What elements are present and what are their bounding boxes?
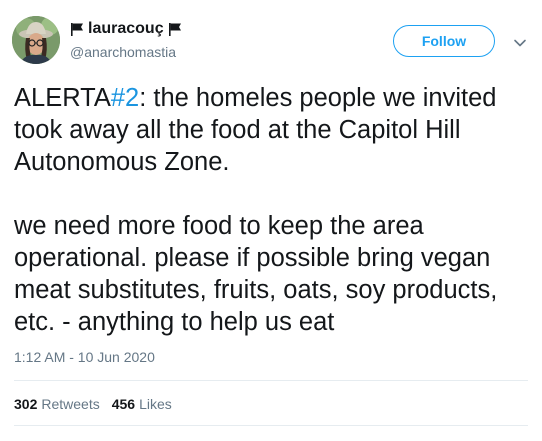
tweet-timestamp[interactable]: 1:12 AM - 10 Jun 2020 [14,349,155,365]
follow-button[interactable]: Follow [393,25,495,57]
name-row[interactable]: lauracouç [70,18,182,40]
retweets-count: 302 [14,396,38,412]
retweets-stat[interactable]: 302 Retweets [14,396,100,412]
avatar-image [12,16,60,64]
user-header: lauracouç @anarchomastia [70,18,182,60]
divider [14,425,528,426]
retweets-label: Retweets [41,396,100,412]
likes-count: 456 [111,396,136,412]
user-handle[interactable]: @anarchomastia [70,44,182,60]
likes-stat[interactable]: 456 Likes [112,396,172,412]
black-flag-icon [71,23,83,36]
tweet-stats: 302 Retweets 456 Likes [14,396,184,412]
tweet-text-body: : the homeles people we invited took awa… [14,84,498,336]
likes-label: Likes [139,396,172,412]
tweet-card: lauracouç @anarchomastia Follow ALERTA#2… [0,0,542,441]
chevron-down-icon[interactable] [513,36,527,50]
display-name[interactable]: lauracouç [88,20,164,38]
divider [14,380,528,381]
tweet-text: ALERTA#2: the homeles people we invited … [14,82,534,338]
hashtag-link[interactable]: #2 [111,84,139,112]
black-flag-icon [168,23,181,36]
avatar[interactable] [12,16,60,64]
tweet-actions-bar [14,431,528,441]
tweet-text-lead: ALERTA [14,84,111,112]
